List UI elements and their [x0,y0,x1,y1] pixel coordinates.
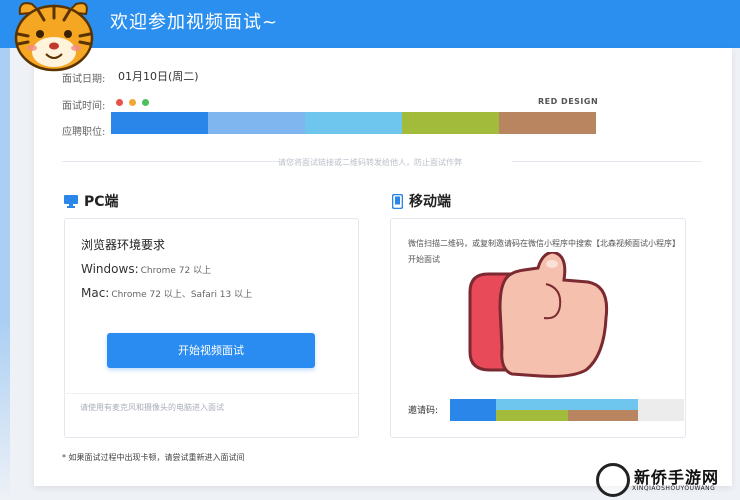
invite-swatch-blue [450,399,496,421]
invite-swatch-olive [496,410,568,421]
mobile-title: 移动端 [409,194,451,210]
footnote: * 如果面试过程中出现卡顿，请尝试重新进入面试间 [62,453,245,462]
watermark-logo-icon [596,463,630,497]
window-dots [116,99,149,106]
forward-hint: 请您将面试链接或二维码转发给他人，防止面试作弊 [278,158,462,167]
swatch-olive [402,112,499,134]
divider-right [512,161,702,162]
dot-red [116,99,123,106]
swatch-blue [111,112,208,134]
header-banner: 欢迎参加视频面试~ [0,0,740,48]
swatch-light-blue [208,112,305,134]
requirement-windows-label: Windows: [81,262,139,276]
invite-code-display [450,399,684,421]
phone-icon [392,193,403,209]
browser-requirements-heading: 浏览器环境要求 [81,238,166,252]
design-label: RED DESIGN [538,97,599,106]
invite-swatch-gray [638,399,684,421]
page-title: 欢迎参加视频面试~ [110,12,279,33]
requirement-mac: Mac: Chrome 72 以上、Safari 13 以上 [81,286,252,300]
thumbs-up-icon [468,252,609,378]
requirement-windows-value: Chrome 72 以上 [140,266,212,276]
invite-swatch-brown [568,410,638,421]
mobile-section-header: 移动端 [392,191,451,211]
side-accent [0,48,10,500]
requirement-windows: Windows: Chrome 72 以上 [81,262,211,276]
dot-yellow [129,99,136,106]
swatch-sky [305,112,402,134]
pc-section-header: PC端 [64,191,119,211]
requirement-mac-label: Mac: [81,286,110,300]
tiger-mascot-icon [14,2,94,72]
invite-code-label: 邀请码: [408,406,439,416]
invite-swatch-sky [496,399,638,410]
monitor-icon [64,194,78,208]
watermark-subtitle: XINQIAOSHOUYOUWANG [632,485,716,492]
time-label: 面试时间: [62,101,106,112]
position-label: 应聘职位: [62,127,106,138]
swatch-brown [499,112,596,134]
pc-title: PC端 [84,194,119,210]
pc-tip: 请使用有麦克风和摄像头的电脑进入面试 [80,403,224,412]
dot-green [142,99,149,106]
color-palette [111,112,596,134]
date-value: 01月10日(周二) [118,70,199,83]
pc-divider [64,393,358,394]
requirement-mac-value: Chrome 72 以上、Safari 13 以上 [111,290,253,300]
start-interview-button[interactable]: 开始视频面试 [107,333,315,368]
